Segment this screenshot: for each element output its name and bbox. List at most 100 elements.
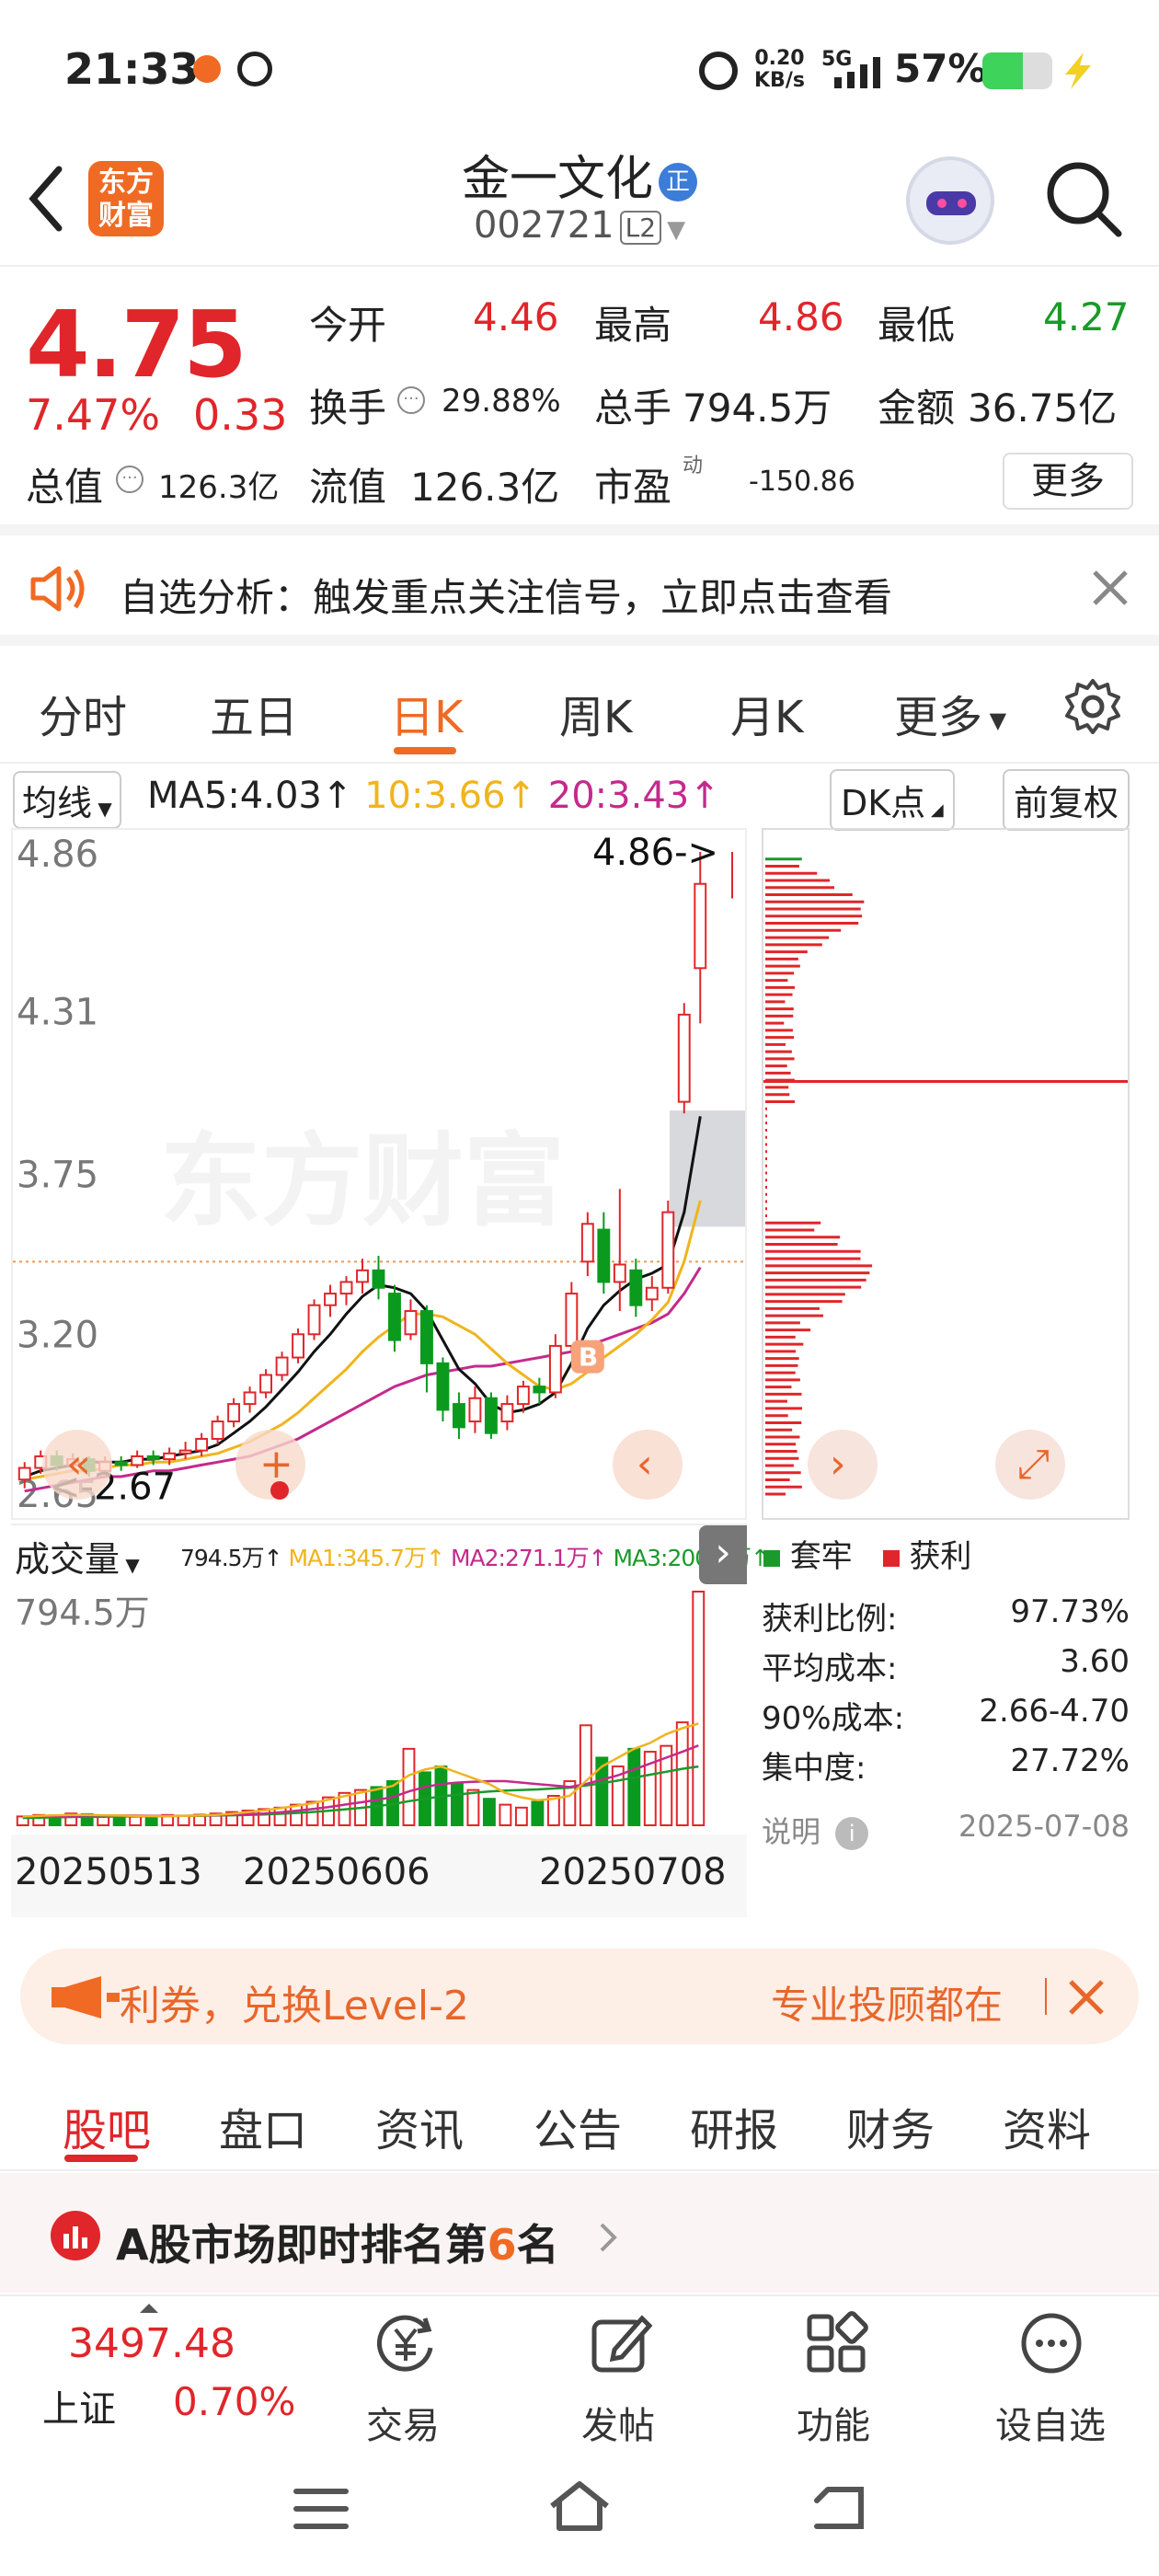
cyq-row: 集中度: 27.72%	[762, 1742, 1130, 1788]
divider	[1045, 1978, 1047, 2015]
y-tick-label: 3.20	[17, 1314, 98, 1356]
megaphone-icon	[52, 1976, 120, 2018]
menu-icon[interactable]	[293, 2486, 350, 2532]
speaker-icon	[30, 566, 85, 612]
chevron-right-icon	[600, 2223, 617, 2252]
legend-swatch-red	[882, 1550, 900, 1567]
candle-body	[468, 1397, 482, 1423]
tab-daily-k[interactable]: 日K	[390, 681, 463, 745]
alarm-icon	[699, 52, 738, 90]
edit-icon	[591, 2315, 653, 2373]
dk-point-select[interactable]: DK点 ◢	[830, 769, 955, 831]
tab-profile[interactable]: 资料	[1003, 2094, 1091, 2158]
candle-body	[259, 1374, 273, 1394]
close-icon[interactable]	[1067, 1978, 1106, 2017]
legend-swatch-green	[763, 1550, 780, 1567]
candle-body	[694, 882, 707, 970]
index-name: 上证	[42, 2388, 116, 2431]
app-notification-icon	[193, 55, 221, 83]
stock-header: 东方 财富 金一文化正 002721 L2 ▼	[0, 138, 1159, 267]
info-icon[interactable]: ···	[116, 466, 143, 493]
back-icon[interactable]	[809, 2482, 870, 2534]
tab-more[interactable]: 更多 ▼	[894, 681, 1006, 745]
close-icon[interactable]	[1091, 569, 1130, 607]
pe-value: -150.86	[749, 466, 855, 498]
candle-body	[613, 1263, 626, 1283]
candle-body	[404, 1310, 418, 1336]
expand-arrow-button[interactable]: ›	[699, 1525, 747, 1584]
rank-prefix: A股市场即时排名第	[116, 2220, 488, 2270]
caret-up-icon	[140, 2304, 158, 2313]
robot-assistant-icon[interactable]	[906, 156, 994, 245]
battery-percent: 57%	[894, 46, 987, 91]
tab-finance[interactable]: 财务	[846, 2094, 935, 2158]
rank-text: A股市场即时排名第6名	[116, 2212, 559, 2272]
volume-select[interactable]: 成交量 ▼	[11, 1531, 143, 1581]
search-icon[interactable]	[1043, 158, 1126, 241]
market-rank-row[interactable]: A股市场即时排名第6名	[0, 2173, 1159, 2293]
candle-body	[516, 1386, 530, 1406]
cyq-legend: 套牢 获利	[763, 1531, 971, 1576]
candle-body	[195, 1437, 209, 1452]
candle-body	[307, 1304, 321, 1336]
info-icon[interactable]: ···	[397, 386, 425, 414]
tab-weekly-k[interactable]: 周K	[559, 681, 632, 745]
bottom-toolbar: 3497.48 上证 0.70% 交易 发帖 功能 设自选	[0, 2294, 1159, 2447]
current-price: 4.75	[26, 291, 247, 398]
ma-select[interactable]: 均线 ▼	[13, 771, 121, 829]
candle-body	[533, 1386, 546, 1394]
index-widget[interactable]: 3497.48 上证 0.70%	[0, 2296, 313, 2444]
net-speed-unit: KB/s	[754, 69, 805, 92]
date-tick: 20250708	[539, 1851, 727, 1893]
ma20-line	[24, 1266, 702, 1493]
cyq-row: 平均成本: 3.60	[762, 1643, 1130, 1688]
volume-bar	[112, 1816, 126, 1827]
promo-banner[interactable]: 利券，兑换Level-2 专业投顾都在	[20, 1949, 1139, 2044]
y-tick-label: 3.75	[17, 1155, 98, 1197]
change-amount: 0.33	[193, 390, 288, 440]
settings-gear-icon[interactable]	[1063, 677, 1122, 736]
help-icon[interactable]: i	[835, 1817, 869, 1850]
candle-body	[292, 1333, 304, 1359]
tab-minute[interactable]: 分时	[39, 681, 127, 745]
home-icon[interactable]	[546, 2478, 613, 2534]
level2-badge: L2	[619, 210, 662, 245]
candle-body	[565, 1293, 579, 1347]
kline-chart[interactable]: 东方财富4.864.313.753.202.654.86-><-2.67B« + ‹	[11, 828, 747, 1520]
amount-value: 36.75亿	[968, 385, 1118, 431]
analysis-banner[interactable]: 自选分析：触发重点关注信号，立即点击查看	[0, 535, 1159, 646]
legend-profit: 获利	[909, 1538, 972, 1575]
volume-chart[interactable]: 794.5万	[11, 1582, 747, 1833]
date-tick: 20250606	[243, 1851, 430, 1893]
candle-body	[661, 1211, 675, 1289]
volume-bar	[402, 1747, 416, 1826]
ma10-value: 10:3.66	[364, 775, 506, 817]
candle-body	[114, 1461, 128, 1466]
chip-distribution-chart[interactable]: › ⤢	[762, 828, 1130, 1520]
tab-guba[interactable]: 股吧	[63, 2094, 151, 2158]
candle-body	[548, 1344, 562, 1394]
promo-text-right: 专业投顾都在	[771, 1983, 1004, 2028]
status-bar: 21:33 0.20 KB/s 5G 57%	[0, 0, 1159, 138]
tab-announcement[interactable]: 公告	[534, 2094, 622, 2158]
tab-research[interactable]: 研报	[690, 2094, 778, 2158]
amount-label: 金额	[878, 385, 956, 431]
tab-pankou[interactable]: 盘口	[219, 2094, 307, 2158]
tab-monthly-k[interactable]: 月K	[730, 681, 803, 745]
banner-text: 自选分析：触发重点关注信号，立即点击查看	[120, 575, 893, 620]
more-button[interactable]: 更多	[1003, 453, 1133, 510]
watermark-text: 东方财富	[160, 1122, 565, 1240]
index-value: 3497.48	[68, 2320, 235, 2367]
cyq-label: 90%成本:	[762, 1700, 905, 1737]
enterprise-badge: 正	[659, 163, 697, 201]
tab-five-day[interactable]: 五日	[210, 681, 298, 745]
high-value: 4.86	[758, 294, 844, 339]
active-subtab-indicator	[64, 2155, 138, 2162]
high-label: 最高	[594, 303, 672, 348]
tab-news[interactable]: 资讯	[375, 2094, 464, 2158]
adjust-select[interactable]: 前复权	[1003, 769, 1130, 831]
grid-icon	[807, 2311, 868, 2373]
candle-body	[211, 1420, 224, 1440]
bar-chart-icon	[51, 2211, 100, 2260]
candle-body	[629, 1269, 643, 1306]
